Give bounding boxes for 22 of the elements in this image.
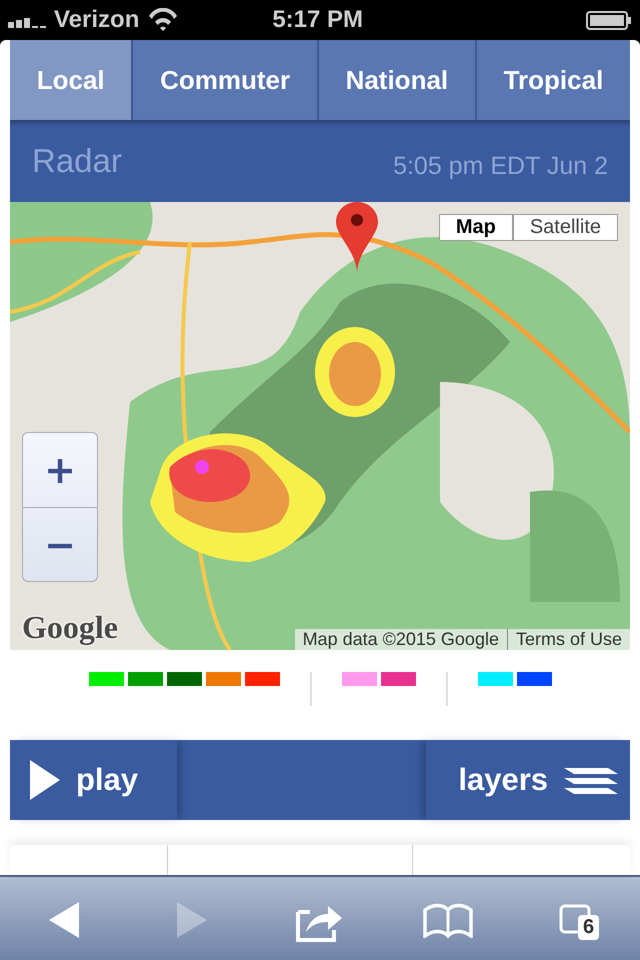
- play-icon: [28, 758, 62, 802]
- clock-time: 5:17 PM: [271, 6, 364, 34]
- carrier-name: Verizon: [54, 6, 140, 34]
- nav-tab[interactable]: National: [318, 40, 477, 120]
- tab-count-badge: 6: [578, 914, 600, 940]
- zoom-out-button[interactable]: −: [23, 507, 97, 581]
- timestamp: 5:05 pm EDT Jun 2: [393, 152, 608, 180]
- zoom-in-button[interactable]: +: [23, 433, 97, 507]
- battery-icon: [586, 10, 632, 30]
- wifi-icon: [147, 8, 180, 32]
- map-attribution: Map data ©2015 Google: [302, 629, 500, 650]
- terms-link[interactable]: Terms of Use: [506, 629, 630, 650]
- map-type-button[interactable]: Satellite: [512, 214, 618, 241]
- layers-button[interactable]: layers: [426, 740, 630, 820]
- tabs-button[interactable]: 6: [536, 884, 616, 954]
- play-button[interactable]: play: [10, 740, 177, 820]
- nav-tab[interactable]: Commuter: [133, 40, 319, 120]
- map-pin-icon: [336, 202, 378, 274]
- nav-tab[interactable]: Tropical: [476, 40, 630, 120]
- map-type-button[interactable]: Map: [438, 214, 513, 241]
- map-logo: Google: [22, 609, 118, 646]
- section-title: Radar: [32, 142, 122, 180]
